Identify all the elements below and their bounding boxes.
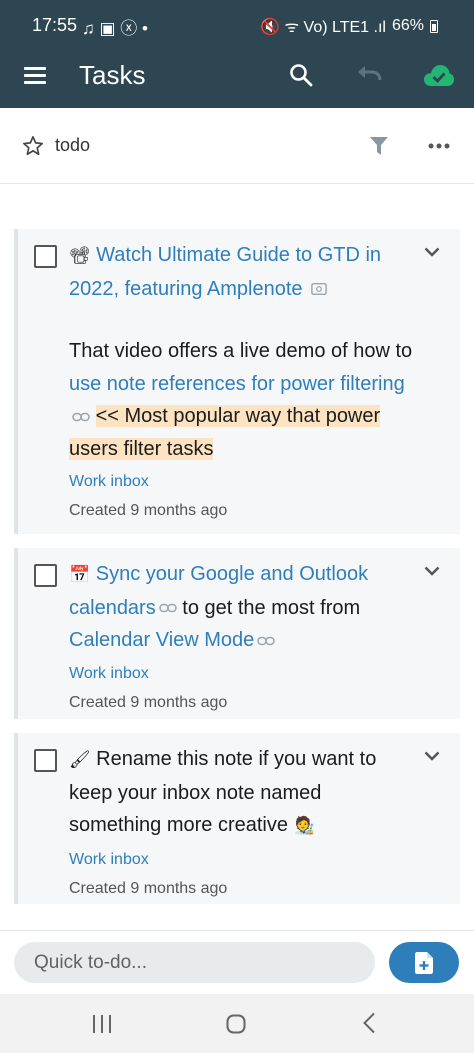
battery-icon <box>430 19 438 33</box>
link-icon <box>158 603 177 613</box>
cloud-check-icon[interactable] <box>423 62 455 88</box>
task-note-highlight: << Most popular way that power users fil… <box>69 405 381 460</box>
note-reference-link[interactable]: use note references for power filtering <box>69 373 405 395</box>
chevron-down-icon[interactable] <box>424 751 440 761</box>
battery-percent: 66% <box>391 17 424 34</box>
quick-todo-input[interactable] <box>14 942 375 983</box>
task-checkbox[interactable] <box>34 564 57 587</box>
chevron-down-icon[interactable] <box>424 247 440 257</box>
task-item[interactable]: 🖌 Rename this note if you want to keep y… <box>14 733 460 904</box>
task-note: That video offers a live demo of how to … <box>69 335 414 465</box>
system-nav-bar <box>0 994 474 1053</box>
more-icon[interactable] <box>428 143 450 149</box>
link-icon <box>72 412 90 421</box>
task-note-name[interactable]: Work inbox <box>69 659 414 688</box>
task-title-text: to get the most from <box>182 596 361 619</box>
status-signal-icons: 🔇 ᯤ Vo) LTE1 .ıl <box>260 19 386 36</box>
status-notification-icons: ♫ ▣ ⓧ • <box>82 19 148 38</box>
status-system-icons: 🔇 ᯤ Vo) LTE1 .ıl 66% <box>260 15 438 37</box>
task-title: 📽 Watch Ultimate Guide to GTD in 2022, f… <box>69 239 414 305</box>
task-item[interactable]: 📽 Watch Ultimate Guide to GTD in 2022, f… <box>14 229 460 534</box>
task-emoji: 📽 <box>69 246 91 266</box>
paintbrush-icon: 🖌 <box>69 750 91 770</box>
add-task-button[interactable] <box>389 942 459 983</box>
app-bar: Tasks <box>0 50 474 108</box>
star-icon[interactable] <box>22 135 44 157</box>
filter-bar: todo <box>0 108 474 184</box>
header: 17:55 ♫ ▣ ⓧ • 🔇 ᯤ Vo) LTE1 .ıl 66% Tasks <box>0 0 474 108</box>
search-icon[interactable] <box>289 63 313 87</box>
filter-tag-label[interactable]: todo <box>55 135 90 156</box>
undo-icon[interactable] <box>357 64 383 86</box>
task-created-date: Created 9 months ago <box>69 879 228 897</box>
status-time: 17:55 <box>32 15 78 35</box>
quick-add-bar <box>0 930 474 994</box>
task-created-date: Created 9 months ago <box>69 502 228 519</box>
filter-icon[interactable] <box>370 137 388 155</box>
link-icon <box>257 636 276 645</box>
menu-icon[interactable] <box>24 67 46 85</box>
tasks-screen: 17:55 ♫ ▣ ⓧ • 🔇 ᯤ Vo) LTE1 .ıl 66% Tasks <box>0 0 474 1053</box>
recent-apps-icon[interactable] <box>91 1014 113 1034</box>
task-title: 📅 Sync your Google and Outlook calendars… <box>69 558 414 657</box>
task-note-text: That video offers a live demo of how to <box>69 340 413 362</box>
chevron-down-icon[interactable] <box>424 566 440 576</box>
video-embed-icon <box>311 283 327 296</box>
calendar-icon: 📅 <box>69 565 91 585</box>
task-title-link[interactable]: Watch Ultimate Guide to GTD in 2022, fea… <box>69 244 381 300</box>
task-checkbox[interactable] <box>34 245 57 268</box>
task-note-name[interactable]: Work inbox <box>69 845 414 874</box>
add-note-icon <box>415 952 433 974</box>
task-created-date: Created 9 months ago <box>69 693 228 711</box>
task-title-text[interactable]: Rename this note if you want to keep you… <box>69 748 376 836</box>
task-title: 🖌 Rename this note if you want to keep y… <box>69 743 414 843</box>
page-title: Tasks <box>79 60 146 90</box>
artist-icon: 🧑‍🎨 <box>293 816 315 836</box>
home-icon[interactable] <box>226 1014 246 1034</box>
status-bar: 17:55 ♫ ▣ ⓧ • 🔇 ᯤ Vo) LTE1 .ıl 66% <box>0 0 474 50</box>
calendar-view-link[interactable]: Calendar View Mode <box>69 629 254 651</box>
back-icon[interactable] <box>362 1012 376 1034</box>
task-note-name[interactable]: Work inbox <box>69 467 414 496</box>
task-checkbox[interactable] <box>34 749 57 772</box>
task-item[interactable]: 📅 Sync your Google and Outlook calendars… <box>14 548 460 719</box>
task-list: 📽 Watch Ultimate Guide to GTD in 2022, f… <box>14 229 462 918</box>
